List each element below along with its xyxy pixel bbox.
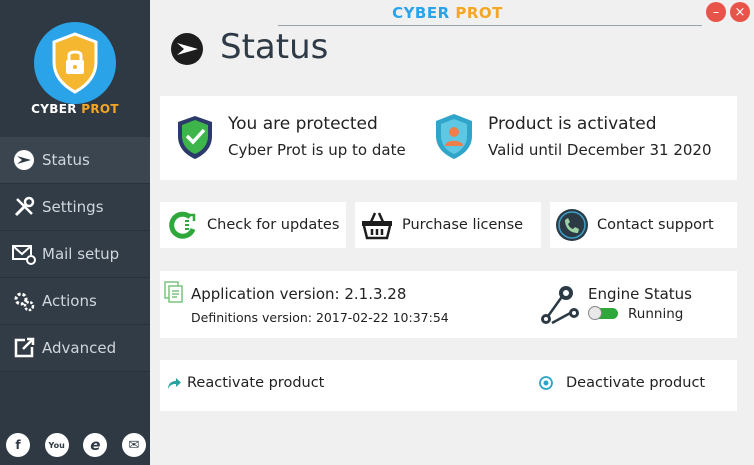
status-header-icon <box>170 32 204 66</box>
youtube-icon[interactable]: You <box>44 433 69 457</box>
status-icon <box>12 148 36 172</box>
gears-icon <box>12 289 36 313</box>
email-icon[interactable]: ✉ <box>121 433 146 457</box>
close-button[interactable]: × <box>730 2 750 22</box>
status-card: You are protected Cyber Prot is up to da… <box>160 96 737 180</box>
app-version-text: Application version: 2.1.3.28 <box>191 285 407 303</box>
check-updates-label: Check for updates <box>207 217 340 233</box>
sidebar-item-label: Advanced <box>42 339 117 357</box>
sidebar-item-label: Actions <box>42 292 97 310</box>
internet-explorer-icon[interactable]: e <box>83 433 108 457</box>
social-links: f You e ✉ <box>6 433 146 457</box>
sidebar-item-advanced[interactable]: Advanced <box>0 325 150 372</box>
mail-gear-icon <box>12 242 36 266</box>
sidebar-item-settings[interactable]: Settings <box>0 184 150 231</box>
engine-icon <box>538 283 582 327</box>
purchase-license-label: Purchase license <box>402 217 524 233</box>
app-title-part2: PROT <box>455 4 503 22</box>
external-edit-icon <box>12 336 36 360</box>
sidebar-nav: Status Settings Mail setup Actions Advan… <box>0 137 150 372</box>
deactivate-product-button[interactable]: Deactivate product <box>538 375 705 391</box>
sidebar-item-mail-setup[interactable]: Mail setup <box>0 231 150 278</box>
definitions-version-text: Definitions version: 2017-02-22 10:37:54 <box>191 310 449 325</box>
sidebar-item-status[interactable]: Status <box>0 137 150 184</box>
activation-status-sub: Valid until December 31 2020 <box>488 141 712 159</box>
deactivate-product-label: Deactivate product <box>566 375 706 391</box>
arrow-forward-icon <box>166 375 182 391</box>
check-updates-button[interactable]: Check for updates <box>160 202 346 248</box>
sidebar-item-label: Settings <box>42 198 104 216</box>
activation-status-title: Product is activated <box>488 114 657 134</box>
app-logo <box>34 22 116 104</box>
page-title: Status <box>220 27 329 67</box>
basket-icon <box>360 208 394 242</box>
shield-check-icon <box>176 114 214 160</box>
titlebar-divider <box>278 25 702 26</box>
protection-status-title: You are protected <box>228 114 378 134</box>
minimize-button[interactable]: – <box>706 2 726 22</box>
shield-lock-icon <box>52 32 98 94</box>
app-version-icon <box>164 281 184 303</box>
sidebar-item-label: Mail setup <box>42 245 120 263</box>
engine-toggle-knob <box>588 306 602 320</box>
contact-support-label: Contact support <box>597 217 714 233</box>
logo-text-part1: CYBER <box>31 102 82 116</box>
sidebar: CYBER PROT Status Settings Mail setup Ac… <box>0 0 150 465</box>
wrench-screwdriver-icon <box>12 195 36 219</box>
logo-text-part2: PROT <box>81 102 119 116</box>
version-info-card: Application version: 2.1.3.28 Definition… <box>160 271 737 338</box>
engine-status-value: Running <box>628 306 684 322</box>
engine-toggle[interactable] <box>588 306 618 320</box>
logo-text: CYBER PROT <box>0 102 150 116</box>
purchase-license-button[interactable]: Purchase license <box>355 202 541 248</box>
protection-status-sub: Cyber Prot is up to date <box>228 141 406 159</box>
phone-icon <box>555 208 589 242</box>
sidebar-item-label: Status <box>42 151 90 169</box>
product-activation-card: Reactivate product Deactivate product <box>160 360 737 411</box>
shield-user-icon <box>434 112 474 160</box>
sidebar-item-actions[interactable]: Actions <box>0 278 150 325</box>
app-title-part1: CYBER <box>392 4 456 22</box>
contact-support-button[interactable]: Contact support <box>550 202 737 248</box>
reactivate-product-label: Reactivate product <box>187 375 325 391</box>
app-title: CYBER PROT <box>360 4 535 22</box>
target-circle-icon <box>538 375 554 391</box>
engine-status-title: Engine Status <box>588 285 692 303</box>
facebook-icon[interactable]: f <box>6 433 30 457</box>
reactivate-product-button[interactable]: Reactivate product <box>166 375 324 391</box>
update-icon <box>165 208 199 242</box>
